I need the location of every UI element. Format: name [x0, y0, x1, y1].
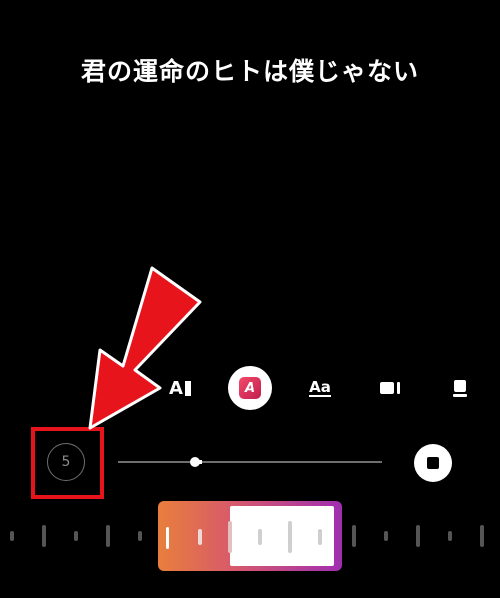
wave-line [352, 525, 356, 547]
layout-bottom-icon [454, 379, 466, 392]
wave-tick [288, 521, 292, 553]
wave-tick [318, 529, 322, 545]
stop-icon [427, 457, 439, 469]
wave-line [10, 531, 14, 541]
wave-line [416, 525, 420, 547]
wave-line [106, 525, 110, 547]
wave-line [480, 525, 484, 547]
stop-button[interactable] [414, 444, 452, 482]
wave-line [138, 531, 142, 541]
layout-bottom-icon-base [453, 393, 467, 397]
font-icon: Aa [309, 377, 331, 397]
gradient-style-button[interactable]: A [228, 366, 272, 410]
layout-bottom-button[interactable] [440, 368, 480, 408]
wave-line [74, 531, 78, 541]
font-style-button[interactable]: Aa [300, 368, 340, 408]
layout-side-button[interactable] [370, 368, 410, 408]
slider-track[interactable] [118, 461, 382, 463]
wave-tick [228, 521, 232, 553]
layout-side-icon [380, 382, 394, 394]
gradient-text-icon: A [239, 377, 261, 399]
wave-line [384, 531, 388, 541]
layout-side-icon-bar [397, 382, 400, 394]
wave-line [448, 531, 452, 541]
wave-tick [258, 529, 262, 545]
clip-scrubber[interactable] [158, 501, 342, 571]
slider-thumb[interactable] [189, 457, 200, 467]
wave-line [42, 525, 46, 547]
wave-tick [198, 529, 202, 545]
lyric-text: 君の運命のヒトは僕じゃない [80, 57, 419, 86]
arrow-icon [88, 266, 202, 430]
playhead [166, 527, 169, 549]
